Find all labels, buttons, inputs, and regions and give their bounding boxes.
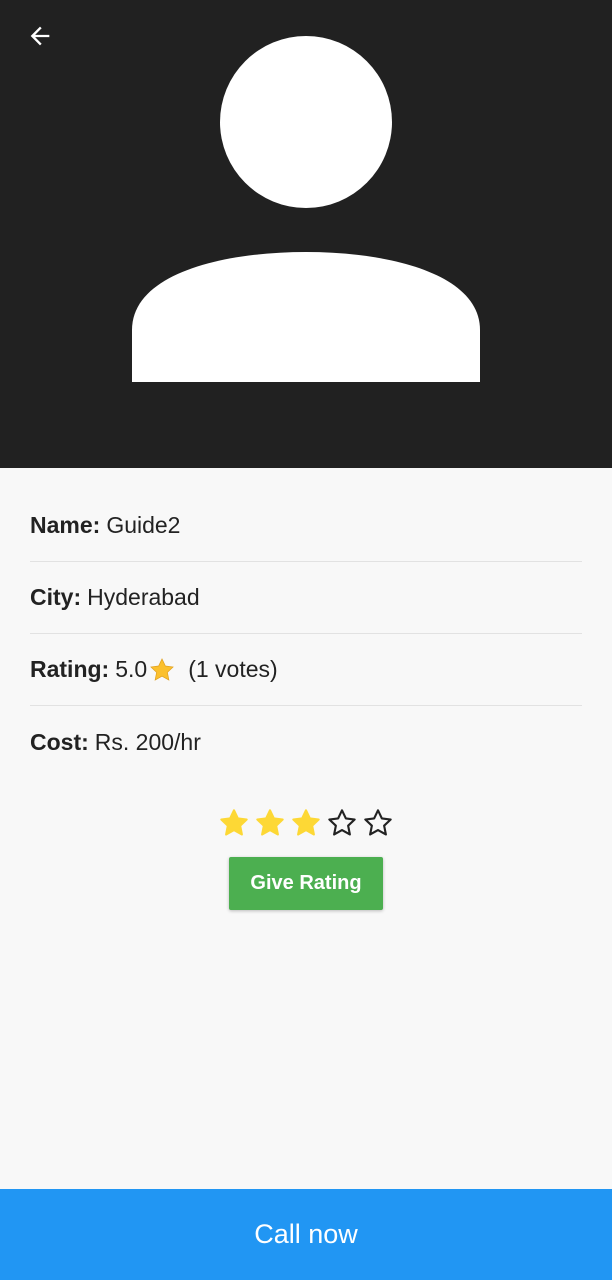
name-label: Name:: [30, 512, 101, 538]
star-outline-icon[interactable]: [324, 804, 360, 842]
cost-label: Cost:: [30, 728, 89, 755]
name-row: Name: Guide2: [30, 490, 582, 562]
arrow-left-icon: [30, 26, 50, 46]
back-button[interactable]: [20, 16, 60, 56]
give-rating-button[interactable]: Give Rating: [229, 857, 383, 910]
star-filled-icon[interactable]: [252, 804, 288, 842]
rating-value: 5.0: [115, 656, 148, 682]
call-now-button[interactable]: Call now: [0, 1189, 612, 1280]
rating-row: Rating: 5.0 (1 votes): [30, 634, 582, 706]
star-filled-icon[interactable]: [288, 804, 324, 842]
guide-details: Name: Guide2 City: Hyderabad Rating: 5.0…: [30, 490, 582, 778]
city-row: City: Hyderabad: [30, 562, 582, 634]
city-value: Hyderabad: [87, 584, 200, 610]
profile-header: [0, 0, 612, 468]
rating-input[interactable]: [216, 804, 396, 842]
cost-row: Cost: Rs. 200/hr: [30, 706, 582, 778]
person-icon: [132, 36, 480, 382]
star-outline-icon[interactable]: [360, 804, 396, 842]
name-value: Guide2: [106, 512, 181, 538]
cost-value: Rs. 200/hr: [94, 728, 201, 755]
votes-count: (1 votes): [188, 656, 278, 682]
rating-label: Rating:: [30, 656, 110, 682]
city-label: City:: [30, 584, 82, 610]
star-icon: [150, 657, 175, 681]
star-filled-icon[interactable]: [216, 804, 252, 842]
